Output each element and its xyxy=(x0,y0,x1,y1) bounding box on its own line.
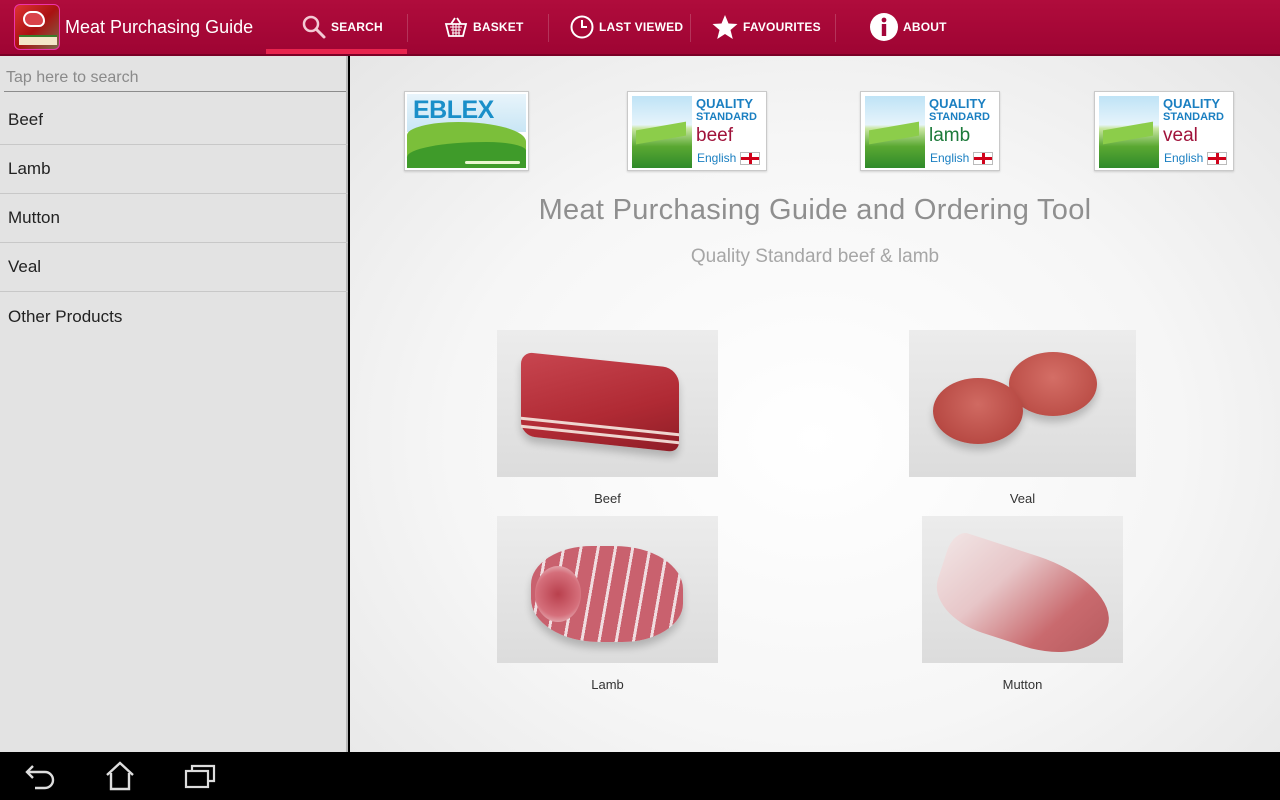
quality-standard-lamb-logo: QUALITY STANDARD lamb English xyxy=(860,91,1000,171)
product-label: Veal xyxy=(1009,491,1036,506)
tab-search-label: SEARCH xyxy=(331,20,383,34)
mutton-photo[interactable] xyxy=(922,516,1123,663)
logo-line2: STANDARD xyxy=(696,111,757,123)
beef-photo[interactable] xyxy=(497,330,718,477)
quality-standard-beef-logo: QUALITY STANDARD beef English xyxy=(627,91,767,171)
logo-meat: beef xyxy=(696,125,733,146)
recent-apps-button[interactable] xyxy=(180,760,220,792)
page-title: Meat Purchasing Guide and Ordering Tool xyxy=(538,194,1092,226)
product-mutton[interactable]: Mutton xyxy=(922,516,1123,692)
tab-basket-label: BASKET xyxy=(473,20,524,34)
category-item-other-products[interactable]: Other Products xyxy=(0,292,348,341)
search-icon xyxy=(302,15,326,39)
category-item-mutton[interactable]: Mutton xyxy=(0,194,348,243)
action-bar: Meat Purchasing Guide SEARCH BASKET LAST… xyxy=(0,0,1280,56)
logo-origin: English xyxy=(1164,151,1204,165)
category-item-lamb[interactable]: Lamb xyxy=(0,145,348,194)
veal-photo[interactable] xyxy=(909,330,1136,477)
home-button[interactable] xyxy=(100,760,140,792)
tab-basket[interactable]: BASKET xyxy=(443,0,524,54)
back-button[interactable] xyxy=(20,760,60,792)
logo-meat: lamb xyxy=(929,125,971,146)
tab-favourites-label: FAVOURITES xyxy=(743,20,821,34)
search-box[interactable] xyxy=(4,64,346,92)
england-flag-icon xyxy=(740,152,760,165)
product-veal[interactable]: Veal xyxy=(909,330,1136,506)
app-title: Meat Purchasing Guide xyxy=(65,17,254,37)
logo-line2: STANDARD xyxy=(929,111,990,123)
tab-last-viewed-label: LAST VIEWED xyxy=(599,20,684,34)
logo-line1: QUALITY xyxy=(696,96,754,111)
england-flag-icon xyxy=(973,152,993,165)
category-item-veal[interactable]: Veal xyxy=(0,243,348,292)
recent-apps-icon xyxy=(184,764,216,789)
star-icon xyxy=(712,15,738,39)
back-icon xyxy=(25,765,55,790)
category-item-beef[interactable]: Beef xyxy=(0,96,348,145)
product-lamb[interactable]: Lamb xyxy=(497,516,718,692)
tab-last-viewed[interactable]: LAST VIEWED xyxy=(569,0,683,54)
product-label: Beef xyxy=(594,491,621,506)
logo-line1: QUALITY xyxy=(929,96,987,111)
clock-icon xyxy=(570,15,594,39)
tab-favourites[interactable]: FAVOURITES xyxy=(711,0,821,54)
logo-origin: English xyxy=(697,151,737,165)
logo-line2: STANDARD xyxy=(1163,111,1224,123)
product-beef[interactable]: Beef xyxy=(497,330,718,506)
category-list: Beef Lamb Mutton Veal Other Products xyxy=(0,96,348,341)
eblex-logo-text: EBLEX xyxy=(413,96,494,124)
logo-meat: veal xyxy=(1163,125,1198,146)
quality-standard-veal-logo: QUALITY STANDARD veal English xyxy=(1094,91,1234,171)
basket-icon xyxy=(444,17,468,37)
search-input[interactable] xyxy=(4,64,346,91)
app-logo-icon[interactable] xyxy=(14,4,60,50)
product-label: Lamb xyxy=(591,677,624,692)
lamb-photo[interactable] xyxy=(497,516,718,663)
system-nav-bar xyxy=(0,752,1280,800)
tab-about-label: ABOUT xyxy=(903,20,947,34)
tab-about[interactable]: ABOUT xyxy=(869,0,947,54)
product-label: Mutton xyxy=(1002,677,1043,692)
tab-search[interactable]: SEARCH xyxy=(266,0,407,54)
page-subtitle: Quality Standard beef & lamb xyxy=(690,246,940,267)
info-icon xyxy=(870,13,898,41)
logo-line1: QUALITY xyxy=(1163,96,1221,111)
eblex-logo: EBLEX xyxy=(404,91,529,171)
home-icon xyxy=(106,761,134,791)
logo-origin: English xyxy=(930,151,970,165)
england-flag-icon xyxy=(1207,152,1227,165)
main-content: EBLEX QUALITY STANDARD beef English QUAL… xyxy=(350,56,1280,752)
sidebar: Beef Lamb Mutton Veal Other Products xyxy=(0,56,348,752)
